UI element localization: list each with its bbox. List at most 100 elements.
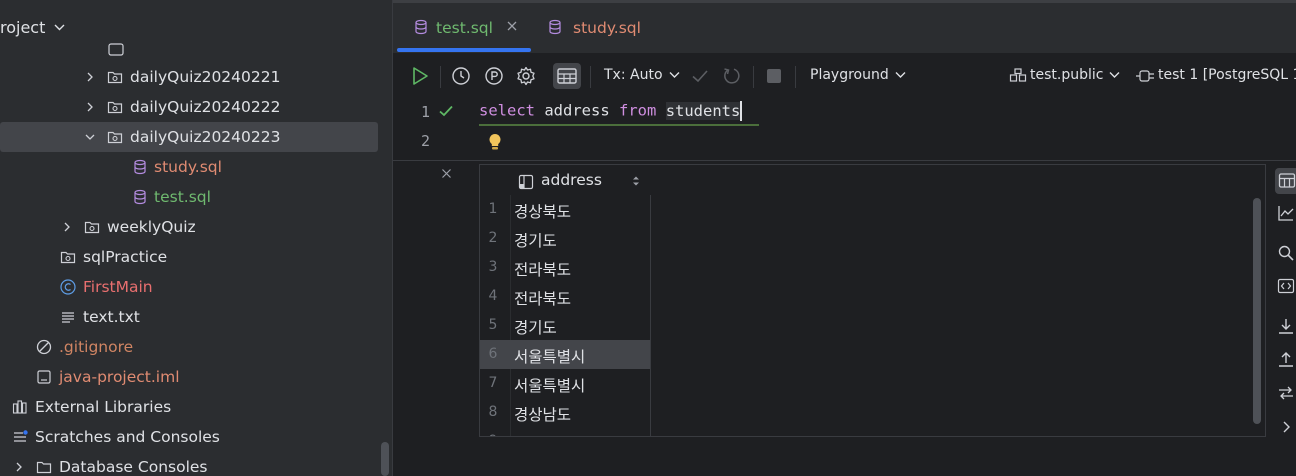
code-editor[interactable]: 1 select address from students 2: [393, 98, 1296, 158]
chart-icon[interactable]: [1277, 204, 1295, 222]
commit-icon[interactable]: [689, 65, 711, 87]
compare-icon[interactable]: [1277, 384, 1295, 402]
chevron-right-icon[interactable]: [14, 462, 24, 472]
tree-item-database-consoles[interactable]: Database Consoles: [0, 452, 392, 476]
table-row[interactable]: 8 경상남도: [480, 398, 650, 427]
table-row[interactable]: 7 서울특별시: [480, 369, 650, 398]
close-icon[interactable]: [441, 168, 452, 179]
tree-item-dailyquiz20240222[interactable]: dailyQuiz20240222: [0, 92, 392, 122]
chevron-right-icon[interactable]: [85, 72, 95, 82]
editor-area: test.sql study.sql Tx: Auto Playground t…: [392, 0, 1296, 476]
download-icon[interactable]: [1277, 317, 1295, 335]
schema-dropdown[interactable]: test.public: [1030, 67, 1120, 83]
results-grid[interactable]: address 1 경상북도 2 경기도 3 전라북도 4 전라북도 5 경기도 6 서울특별시 7 서울…: [479, 164, 1266, 437]
cell-address[interactable]: 서울특별시: [514, 345, 585, 367]
tree-item-dailyquiz20240223[interactable]: dailyQuiz20240223: [0, 122, 378, 152]
tree-item-weeklyquiz[interactable]: weeklyQuiz: [0, 212, 392, 242]
stop-icon[interactable]: [763, 65, 785, 87]
table-view-toggle[interactable]: [553, 63, 581, 89]
row-number: 8: [488, 404, 498, 420]
table-view-button[interactable]: [1275, 168, 1296, 194]
cell-address[interactable]: 전라북도: [514, 258, 571, 280]
execute-icon[interactable]: [409, 65, 431, 87]
tree-item-test-sql[interactable]: test.sql: [0, 182, 392, 212]
search-icon[interactable]: [1277, 244, 1295, 262]
upload-icon[interactable]: [1277, 350, 1295, 368]
cell-address[interactable]: 경기도: [514, 432, 557, 436]
cell-address[interactable]: 경기도: [514, 316, 557, 338]
tree-item-text-txt[interactable]: text.txt: [0, 302, 392, 332]
module-file-icon: [37, 370, 51, 384]
tree-item-java-project-iml[interactable]: java-project.iml: [0, 362, 392, 392]
tree-item-scratches[interactable]: Scratches and Consoles: [0, 422, 392, 452]
datasource-icon: [1136, 70, 1154, 82]
tree-row-partial[interactable]: [0, 34, 392, 64]
folder-icon: [108, 43, 124, 56]
datasource-dropdown[interactable]: test 1 [PostgreSQL 16: [1158, 67, 1296, 83]
text-file-icon: [62, 312, 74, 323]
tree-item-label: FirstMain: [83, 278, 153, 296]
cell-address[interactable]: 전라북도: [514, 287, 571, 309]
lightbulb-icon[interactable]: [487, 132, 503, 152]
project-scrollbar[interactable]: [381, 442, 389, 476]
tree-item-label: Scratches and Consoles: [35, 428, 220, 446]
code-brackets-icon[interactable]: [1277, 277, 1295, 295]
table-row[interactable]: 4 전라북도: [480, 282, 650, 311]
tree-item-label: External Libraries: [35, 398, 172, 416]
tab-study-sql[interactable]: study.sql: [543, 0, 663, 54]
chevron-right-icon[interactable]: [85, 102, 95, 112]
table-row[interactable]: 3 전라북도: [480, 253, 650, 282]
cell-address[interactable]: 경기도: [514, 229, 557, 251]
chevron-down-icon: [895, 72, 906, 78]
tree-item-label: test.sql: [154, 188, 211, 206]
tree-item-external-libraries[interactable]: External Libraries: [0, 392, 392, 422]
tree-item-firstmain[interactable]: FirstMain: [0, 272, 392, 302]
gear-icon[interactable]: [515, 65, 537, 87]
sql-keyword: select: [479, 101, 535, 120]
database-icon: [415, 19, 427, 35]
tab-label: study.sql: [573, 19, 641, 37]
table-row[interactable]: 2 경기도: [480, 224, 650, 253]
line-number: 2: [421, 132, 431, 150]
sort-icon[interactable]: [632, 175, 640, 187]
grid-header: address: [480, 165, 1265, 195]
text-caret: [740, 101, 743, 121]
check-icon: [439, 105, 453, 117]
package-folder-icon: [107, 71, 123, 84]
chevron-right-icon[interactable]: [1277, 418, 1295, 436]
table-row[interactable]: 6 서울특별시: [480, 340, 650, 369]
database-icon: [134, 189, 146, 205]
history-icon[interactable]: [450, 65, 472, 87]
tree-item-gitignore[interactable]: .gitignore: [0, 332, 392, 362]
rollback-icon[interactable]: [721, 65, 743, 87]
grid-scrollbar[interactable]: [1253, 198, 1261, 424]
statement-highlight: [479, 124, 759, 126]
code-line[interactable]: select address from students: [479, 101, 743, 125]
chevron-down-icon[interactable]: [54, 22, 65, 33]
playground-dropdown[interactable]: Playground: [810, 67, 906, 83]
column-divider: [650, 195, 651, 436]
tree-item-dailyquiz20240221[interactable]: dailyQuiz20240221: [0, 62, 392, 92]
editor-tab-bar: test.sql study.sql: [393, 0, 1296, 54]
chevron-down-icon[interactable]: [85, 132, 95, 142]
cell-address[interactable]: 경상남도: [514, 403, 571, 425]
chevron-down-icon: [1109, 72, 1120, 78]
table-icon: [1278, 173, 1296, 188]
close-icon[interactable]: [506, 20, 518, 32]
package-folder-icon: [107, 131, 123, 144]
cell-address[interactable]: 경상북도: [514, 200, 571, 222]
chevron-right-icon[interactable]: [62, 222, 72, 232]
row-number: 5: [488, 317, 498, 333]
table-row[interactable]: 9 경기도: [480, 427, 650, 436]
tab-test-sql[interactable]: test.sql: [393, 0, 533, 54]
table-row[interactable]: 1 경상북도: [480, 195, 650, 224]
cell-address[interactable]: 서울특별시: [514, 374, 585, 396]
tree-item-sqlpractice[interactable]: sqlPractice: [0, 242, 392, 272]
tree-item-label: study.sql: [154, 158, 222, 176]
table-row[interactable]: 5 경기도: [480, 311, 650, 340]
tree-item-study-sql[interactable]: study.sql: [0, 152, 392, 182]
column-header-address[interactable]: address: [541, 171, 602, 189]
sql-table: students: [665, 101, 741, 120]
transaction-mode-dropdown[interactable]: Tx: Auto: [604, 67, 680, 83]
explain-plan-icon[interactable]: [483, 65, 505, 87]
